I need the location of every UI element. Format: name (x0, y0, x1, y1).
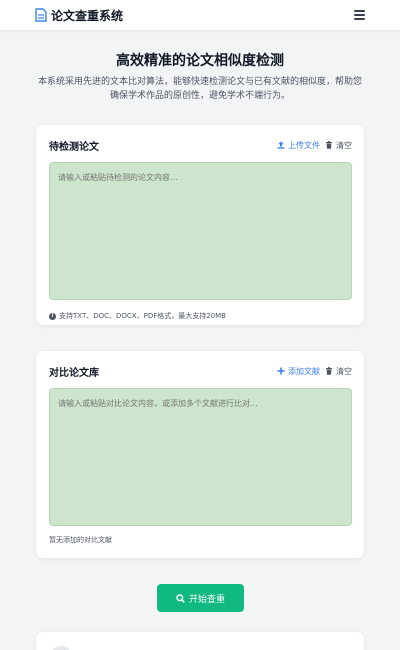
info-icon: i (49, 312, 56, 320)
trash-icon (326, 141, 332, 149)
clear-label: 清空 (336, 366, 352, 376)
file-format-hint: i 支持TXT、DOC、DOCX、PDF格式，最大支持20MB (49, 311, 226, 321)
compare-library-title: 对比论文库 (49, 367, 99, 379)
page-title: 高效精准的论文相似度检测 (116, 53, 284, 69)
plus-icon (277, 367, 285, 375)
hamburger-menu-icon[interactable] (354, 10, 365, 20)
upload-file-button[interactable]: 上传文件 (277, 140, 320, 151)
brand[interactable]: 论文查重系统 (35, 7, 123, 24)
compare-library-textarea[interactable] (49, 388, 352, 526)
file-format-hint-text: 支持TXT、DOC、DOCX、PDF格式，最大支持20MB (59, 312, 226, 320)
start-check-label: 开始查重 (188, 593, 225, 604)
compare-library-header: 对比论文库 添加文献 清空 (49, 365, 352, 379)
clear-check-paper-button[interactable]: 清空 (325, 140, 352, 151)
check-paper-card: 待检测论文 上传文件 清空 i 支持TXT、DOC、DOCX、PDF格式，最 (36, 125, 364, 325)
page-description: 本系统采用先进的文本比对算法，能够快速检测论文与已有文献的相似度，帮助您确保学术… (37, 77, 362, 101)
check-paper-textarea[interactable] (49, 162, 352, 300)
check-paper-actions: 上传文件 清空 (277, 140, 352, 151)
start-check-button[interactable]: 开始查重 (157, 584, 244, 612)
result-progress-circle (50, 646, 72, 650)
file-document-icon (35, 8, 47, 22)
add-document-label: 添加文献 (288, 366, 320, 376)
compare-library-card: 对比论文库 添加文献 清空 暂无添加的对比文献 (36, 351, 364, 558)
clear-compare-library-button[interactable]: 清空 (325, 366, 352, 377)
compare-library-actions: 添加文献 清空 (277, 366, 352, 377)
upload-file-label: 上传文件 (288, 140, 320, 150)
search-icon (176, 593, 185, 603)
add-document-button[interactable]: 添加文献 (277, 366, 320, 377)
top-navbar: 论文查重系统 (0, 0, 400, 30)
trash-icon (326, 367, 332, 375)
clear-label: 清空 (336, 140, 352, 150)
check-paper-title: 待检测论文 (49, 141, 99, 153)
app-title: 论文查重系统 (51, 8, 124, 23)
check-paper-header: 待检测论文 上传文件 清空 (49, 139, 352, 153)
upload-icon (277, 141, 285, 149)
result-card (36, 632, 364, 650)
empty-compare-note: 暂无添加的对比文献 (49, 536, 112, 544)
